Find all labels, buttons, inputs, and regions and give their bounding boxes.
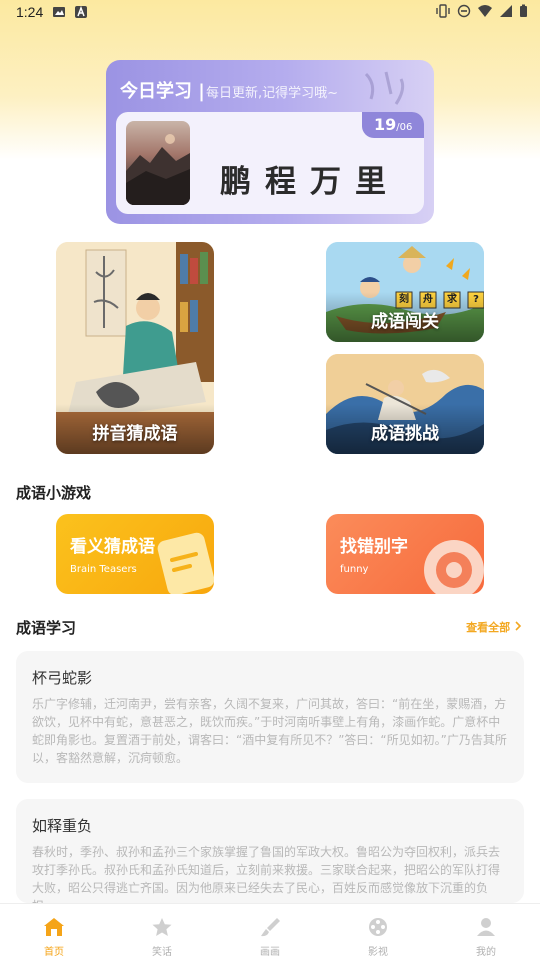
status-icons bbox=[435, 4, 528, 18]
nav-label: 画画 bbox=[260, 947, 280, 958]
study-item-body: 乐广字修辅，迁河南尹，尝有亲客，久阔不复来，广问其故，答曰：“前在坐，蒙赐酒，方… bbox=[32, 697, 507, 765]
nav-label: 笑话 bbox=[152, 947, 172, 958]
date-badge: 19/06 bbox=[362, 112, 424, 138]
idiom-challenge-levels-card[interactable]: 刻 舟 求 ? 成语闯关 bbox=[326, 242, 484, 342]
chevron-right-icon bbox=[515, 621, 522, 631]
app-notification-icon bbox=[75, 5, 87, 18]
tiaozhan-card-label: 成语挑战 bbox=[371, 424, 439, 444]
game-subtitle: Brain Teasers bbox=[70, 564, 137, 575]
study-item-title: 如释重负 bbox=[32, 817, 93, 835]
status-bar: 1:24 bbox=[0, 0, 540, 26]
home-icon bbox=[44, 918, 64, 936]
nav-label: 我的 bbox=[476, 947, 496, 958]
today-idiom: 鹏程万里 bbox=[220, 164, 400, 200]
idiom-thumbnail-image bbox=[126, 121, 190, 205]
nav-label: 首页 bbox=[44, 947, 64, 958]
brush-icon bbox=[261, 918, 280, 937]
nav-film[interactable]: 影视 bbox=[324, 904, 432, 960]
games-section-title: 成语小游戏 bbox=[16, 484, 92, 502]
game-title: 找错别字 bbox=[340, 537, 408, 557]
study-item[interactable]: 杯弓蛇影 乐广字修辅，迁河南尹，尝有亲客，久阔不复来，广问其故，答曰：“前在坐，… bbox=[16, 651, 524, 783]
vibrate-icon bbox=[436, 4, 450, 18]
today-study-card[interactable]: 今日学习 | 每日更新,记得学习哦~ 19/06 鹏程万里 bbox=[106, 60, 434, 224]
today-subtitle: 每日更新,记得学习哦~ bbox=[206, 86, 339, 101]
nav-drawing[interactable]: 画画 bbox=[216, 904, 324, 960]
signal-icon bbox=[500, 5, 512, 17]
mountain-landscape-icon bbox=[126, 134, 190, 205]
idiom-battle-card[interactable]: 成语挑战 bbox=[326, 354, 484, 454]
find-typo-game-card[interactable]: 找错别字 funny bbox=[326, 514, 484, 594]
pinyin-guess-idiom-card[interactable]: 拼音猜成语 bbox=[56, 242, 214, 454]
today-inner-panel: 19/06 鹏程万里 bbox=[116, 112, 424, 214]
today-title: 今日学习 | bbox=[120, 81, 205, 102]
nav-jokes[interactable]: 笑话 bbox=[108, 904, 216, 960]
wifi-icon bbox=[478, 5, 492, 17]
target-ring-icon bbox=[424, 540, 484, 594]
film-reel-icon bbox=[369, 918, 387, 936]
image-notification-icon bbox=[53, 7, 65, 17]
status-time: 1:24 bbox=[16, 4, 44, 20]
date-month: /06 bbox=[396, 122, 413, 133]
nav-label: 影视 bbox=[368, 947, 388, 958]
date-day: 19 bbox=[374, 115, 397, 134]
star-icon bbox=[152, 918, 172, 936]
see-all-link[interactable]: 查看全部 bbox=[466, 619, 522, 635]
game-subtitle: funny bbox=[340, 564, 369, 575]
battery-icon bbox=[520, 4, 527, 17]
pinyin-card-label: 拼音猜成语 bbox=[92, 424, 178, 444]
user-icon bbox=[477, 918, 495, 936]
bottom-navigation: 首页 笑话 画画 影视 我的 bbox=[0, 903, 540, 960]
nav-profile[interactable]: 我的 bbox=[432, 904, 540, 960]
study-item[interactable]: 如释重负 春秋时，季孙、叔孙和孟孙三个家族掌握了鲁国的军政大权。鲁昭公为夺回权利… bbox=[16, 799, 524, 903]
nav-home[interactable]: 首页 bbox=[0, 904, 108, 960]
see-all-label: 查看全部 bbox=[466, 621, 511, 634]
do-not-disturb-icon bbox=[457, 4, 471, 18]
study-item-body: 春秋时，季孙、叔孙和孟孙三个家族掌握了鲁国的军政大权。鲁昭公为夺回权利，派兵去攻… bbox=[32, 845, 501, 903]
game-title: 看义猜成语 bbox=[70, 537, 155, 557]
study-item-title: 杯弓蛇影 bbox=[32, 669, 93, 687]
chuangguan-card-label: 成语闯关 bbox=[371, 312, 439, 332]
meaning-guess-game-card[interactable]: 看义猜成语 Brain Teasers bbox=[56, 514, 214, 594]
note-card-icon bbox=[157, 532, 214, 594]
study-section-title: 成语学习 bbox=[16, 619, 77, 637]
